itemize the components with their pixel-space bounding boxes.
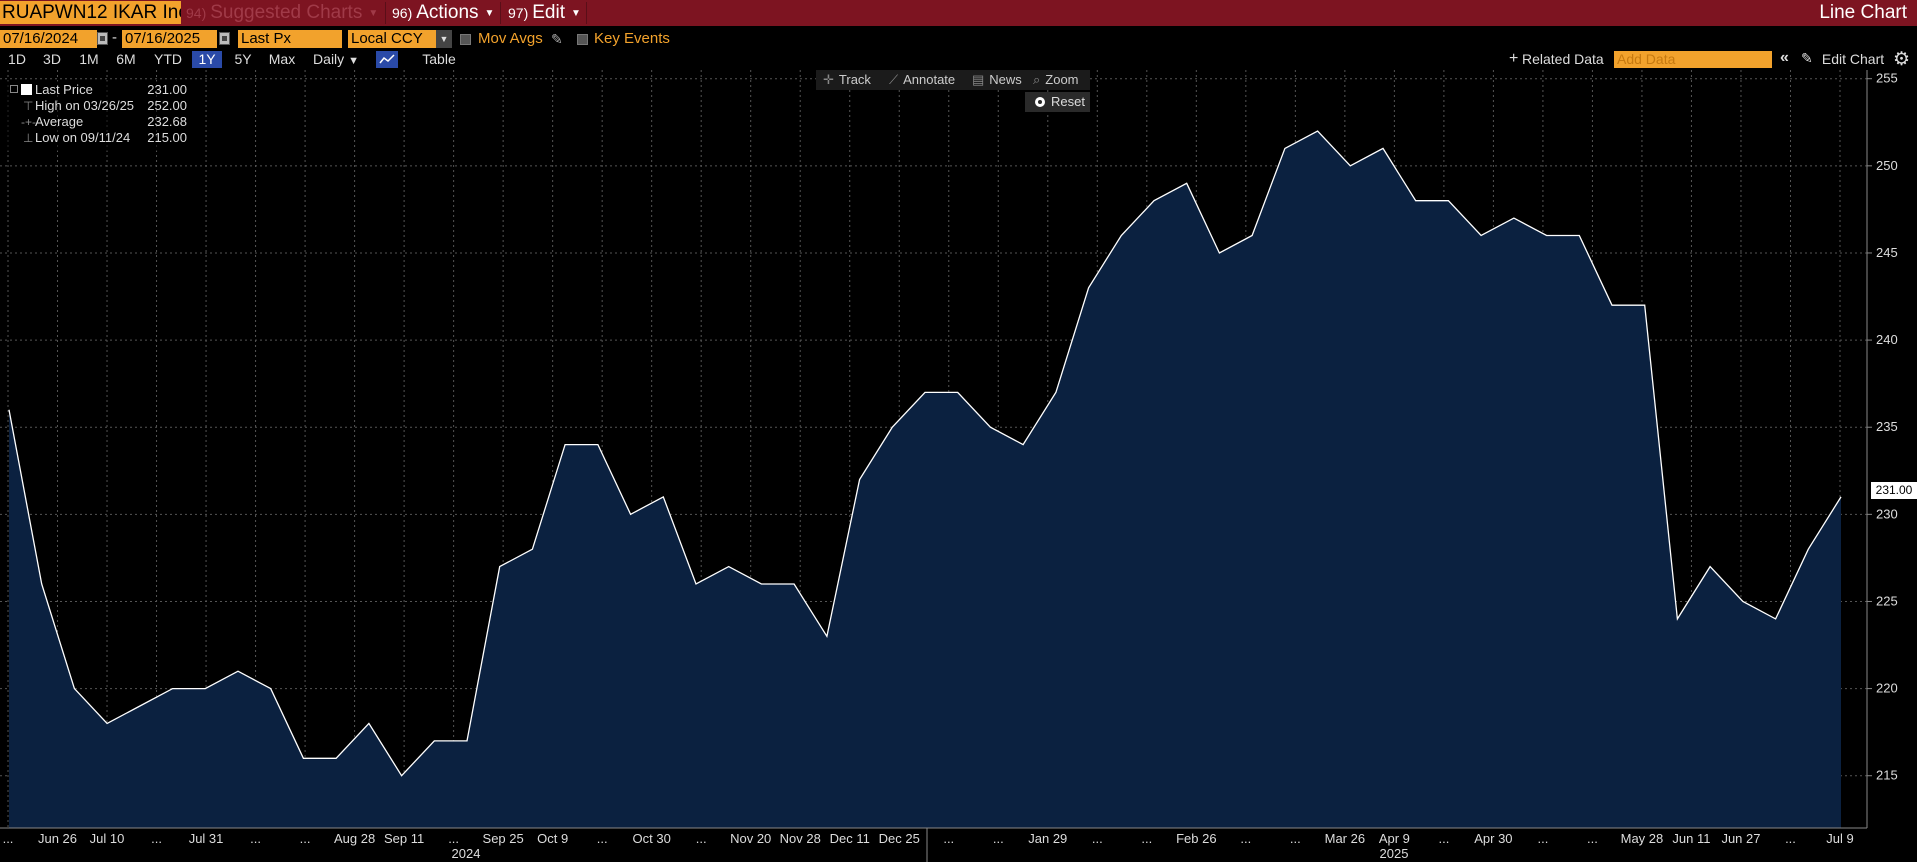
- y-tick-label: 230: [1876, 506, 1898, 521]
- x-tick-label: ...: [1141, 831, 1152, 846]
- legend-last-label: Last Price: [35, 82, 93, 97]
- x-tick-label: ...: [696, 831, 707, 846]
- x-tick-label: ...: [1438, 831, 1449, 846]
- x-tick-label: Sep 25: [483, 831, 524, 846]
- reset-label: Reset: [1051, 94, 1085, 109]
- legend-last-value: 231.00: [147, 82, 187, 97]
- annotate-label: Annotate: [903, 72, 956, 87]
- x-tick-label: Nov 28: [780, 831, 821, 846]
- x-tick-label: Jun 26: [38, 831, 77, 846]
- reset-button[interactable]: Reset: [1025, 92, 1090, 112]
- legend-last-price[interactable]: Last Price 231.00: [7, 82, 194, 98]
- zoom-label: Zoom: [1045, 72, 1079, 87]
- x-tick-label: Apr 30: [1474, 831, 1512, 846]
- average-marker-icon: -+-: [21, 115, 36, 129]
- x-tick-label: ...: [1092, 831, 1103, 846]
- year-label: 2024: [452, 846, 481, 861]
- track-tool[interactable]: ✛ Track: [823, 70, 871, 90]
- y-tick-label: 240: [1876, 332, 1898, 347]
- x-tick-label: Nov 20: [730, 831, 771, 846]
- legend-low: ⊥ Low on 09/11/24 215.00: [7, 130, 194, 146]
- x-tick-label: Jul 10: [90, 831, 125, 846]
- x-tick-label: Mar 26: [1325, 831, 1365, 846]
- zoom-tool[interactable]: ⌕ Zoom: [1033, 70, 1079, 90]
- x-tick-label: Sep 11: [384, 831, 424, 846]
- x-tick-label: Dec 11: [830, 831, 870, 846]
- legend-high: ⊤ High on 03/26/25 252.00: [7, 98, 194, 114]
- last-price-tag: 231.00: [1871, 482, 1917, 499]
- year-label: 2025: [1380, 846, 1409, 861]
- x-tick-label: Apr 9: [1379, 831, 1410, 846]
- y-tick-label: 235: [1876, 419, 1898, 434]
- x-tick-label: ...: [448, 831, 459, 846]
- legend-average-value: 232.68: [147, 114, 187, 129]
- x-tick-label: ...: [943, 831, 954, 846]
- x-tick-label: Oct 30: [633, 831, 671, 846]
- year-labels: 2024 2025: [452, 828, 1409, 862]
- legend-average-label: Average: [35, 114, 84, 129]
- x-tick-label: ...: [300, 831, 311, 846]
- x-tick-label: ...: [1587, 831, 1598, 846]
- annotate-icon: ⟋: [889, 72, 899, 87]
- price-chart[interactable]: 215 220 225 230 235 240 245 250 255 ... Jun 26 Jul…: [0, 0, 1917, 862]
- x-tick-label: Jun 27: [1721, 831, 1760, 846]
- magnifier-icon: ⌕: [1033, 72, 1041, 87]
- x-tick-label: ...: [993, 831, 1004, 846]
- y-axis-ticks: 215 220 225 230 235 240 245 250 255: [1867, 71, 1898, 783]
- x-tick-label: May 28: [1621, 831, 1664, 846]
- crosshair-icon: ✛: [823, 72, 834, 87]
- x-tick-label: Oct 9: [537, 831, 568, 846]
- y-tick-label: 225: [1876, 593, 1898, 608]
- track-label: Track: [838, 72, 871, 87]
- y-tick-label: 255: [1876, 71, 1898, 86]
- x-tick-label: ...: [250, 831, 261, 846]
- news-icon: ▤: [972, 72, 985, 87]
- x-tick-label: ...: [3, 831, 14, 846]
- low-marker-icon: ⊥: [23, 131, 34, 145]
- y-tick-label: 250: [1876, 158, 1898, 173]
- news-label: News: [989, 72, 1022, 87]
- x-tick-label: Feb 26: [1176, 831, 1216, 846]
- legend-average: -+- Average 232.68: [7, 114, 194, 130]
- legend-high-label: High on 03/26/25: [35, 98, 135, 113]
- series-swatch-icon: [21, 84, 32, 95]
- x-tick-label: Jul 31: [189, 831, 224, 846]
- x-tick-label: ...: [1290, 831, 1301, 846]
- high-marker-icon: ⊤: [23, 99, 34, 113]
- x-tick-label: ...: [1537, 831, 1548, 846]
- toggle-box-icon[interactable]: [10, 85, 18, 93]
- legend-high-value: 252.00: [147, 98, 187, 113]
- x-tick-label: ...: [597, 831, 608, 846]
- x-tick-label: ...: [151, 831, 162, 846]
- y-tick-label: 245: [1876, 245, 1898, 260]
- radio-icon: [1035, 97, 1045, 107]
- x-tick-label: ...: [1785, 831, 1796, 846]
- y-tick-label: 220: [1876, 681, 1898, 696]
- x-tick-label: Aug 28: [334, 831, 375, 846]
- x-tick-label: Dec 25: [879, 831, 920, 846]
- x-tick-label: ...: [1240, 831, 1251, 846]
- x-axis-ticks: ... Jun 26 Jul 10... Jul 31...... Aug 28 Sep …: [3, 831, 1854, 846]
- legend-low-label: Low on 09/11/24: [35, 130, 131, 145]
- x-tick-label: Jan 29: [1028, 831, 1067, 846]
- y-tick-label: 215: [1876, 768, 1898, 783]
- chart-legend: Last Price 231.00 ⊤ High on 03/26/25 252…: [7, 81, 194, 151]
- x-tick-label: Jul 9: [1826, 831, 1853, 846]
- news-tool[interactable]: ▤ News: [972, 70, 1022, 90]
- annotate-tool[interactable]: ⟋ Annotate: [889, 70, 955, 90]
- x-tick-label: Jun 11: [1672, 831, 1710, 846]
- legend-low-value: 215.00: [147, 130, 187, 145]
